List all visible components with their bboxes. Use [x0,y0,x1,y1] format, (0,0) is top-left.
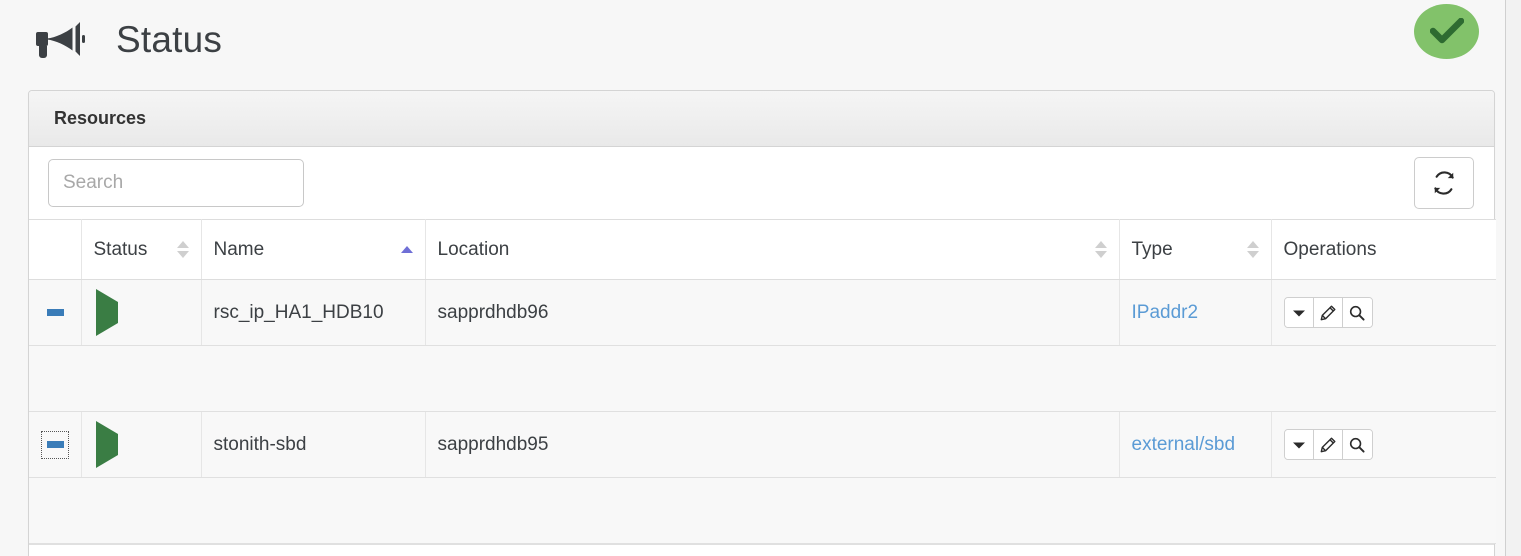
status-badge [1414,4,1479,59]
sort-asc-icon [1246,241,1259,248]
panel-heading: Resources [29,91,1494,147]
column-header-operations: Operations [1271,219,1496,280]
caret-down-icon [1292,442,1305,448]
panel-title: Resources [54,108,147,128]
column-label-status: Status [93,238,148,260]
column-header-location[interactable]: Location [425,219,1120,280]
table-footer: Showing 1 to 2 of 2 rows 25 records per … [29,544,1494,556]
refresh-button[interactable] [1414,157,1474,209]
details-search-button[interactable] [1342,298,1372,327]
magnifier-icon [1349,437,1365,453]
column-label-type: Type [1131,238,1173,260]
cell-type: IPaddr2 [1119,279,1272,346]
play-triangle-icon [95,420,118,468]
minus-icon [46,441,64,448]
table-head: Status Name Location Type Operations [29,219,1496,280]
cell-expander [29,411,82,478]
pencil-icon [1320,305,1335,320]
column-header-select [29,219,82,280]
play-triangle-icon [95,288,118,336]
status-page: Status Resources Search Status Name Loca… [0,0,1521,556]
sort-desc-icon [1094,251,1107,258]
row-detail-spacer [29,477,1496,544]
table-toolbar [29,147,1494,219]
sort-indicator-type[interactable] [1246,238,1259,262]
column-header-type[interactable]: Type [1119,219,1272,280]
row-detail-content [29,477,1496,544]
sort-asc-icon [1094,241,1107,248]
cell-status [81,411,202,478]
magnifier-icon [1349,305,1365,321]
operations-button-group [1283,429,1373,460]
page-title: Status [116,18,223,60]
check-icon [1429,18,1464,44]
sort-indicator-name[interactable] [400,238,413,262]
sort-indicator-status[interactable] [176,238,189,262]
table-row[interactable]: stonith-sbd sapprdhdb95 external/sbd [29,411,1496,478]
cell-status [81,279,202,346]
expander-toggle[interactable] [41,430,69,459]
edit-button[interactable] [1313,298,1343,327]
panel-body: Status Name [29,147,1496,556]
column-label-location: Location [437,238,510,260]
table-header-row: Status Name Location Type Operations [29,219,1496,280]
table-row[interactable]: rsc_ip_HA1_HDB10 sapprdhdb96 IPaddr2 [29,279,1496,346]
table-body: rsc_ip_HA1_HDB10 sapprdhdb96 IPaddr2 sto… [29,279,1496,544]
edit-button[interactable] [1313,430,1343,459]
cell-name: rsc_ip_HA1_HDB10 [201,279,426,346]
details-search-button[interactable] [1342,430,1372,459]
type-link[interactable]: external/sbd [1132,434,1236,455]
bullhorn-icon [32,19,88,59]
cell-operations [1271,279,1496,346]
sort-desc-icon [1246,251,1259,258]
type-link[interactable]: IPaddr2 [1132,302,1199,323]
pencil-icon [1320,437,1335,452]
page-header: Status [0,0,1505,78]
column-label-name: Name [213,238,265,260]
sort-desc-icon [176,251,189,258]
column-header-name[interactable]: Name [201,219,426,280]
expander-toggle[interactable] [41,299,69,327]
cell-location: sapprdhdb96 [425,279,1120,346]
cell-name: stonith-sbd [201,411,426,478]
refresh-icon [1434,171,1454,195]
page-scrollbar[interactable] [1505,0,1521,556]
resources-panel: Resources Search Status Name Location Ty… [28,90,1496,556]
search-input[interactable] [48,159,304,207]
sort-asc-icon [400,246,413,253]
cell-operations [1271,411,1496,478]
operations-dropdown-button[interactable] [1284,430,1314,459]
column-header-status[interactable]: Status [81,219,202,280]
column-label-operations: Operations [1283,238,1377,260]
minus-icon [46,309,64,316]
row-detail-spacer [29,345,1496,412]
resources-table: Status Name Location Type Operations rsc… [29,219,1496,544]
caret-down-icon [1292,310,1305,316]
operations-button-group [1283,297,1373,328]
cell-type: external/sbd [1119,411,1272,478]
row-detail-content [29,345,1496,412]
cell-location: sapprdhdb95 [425,411,1120,478]
operations-dropdown-button[interactable] [1284,298,1314,327]
sort-asc-icon [176,241,189,248]
sort-indicator-location[interactable] [1094,238,1107,262]
cell-expander [29,279,82,346]
